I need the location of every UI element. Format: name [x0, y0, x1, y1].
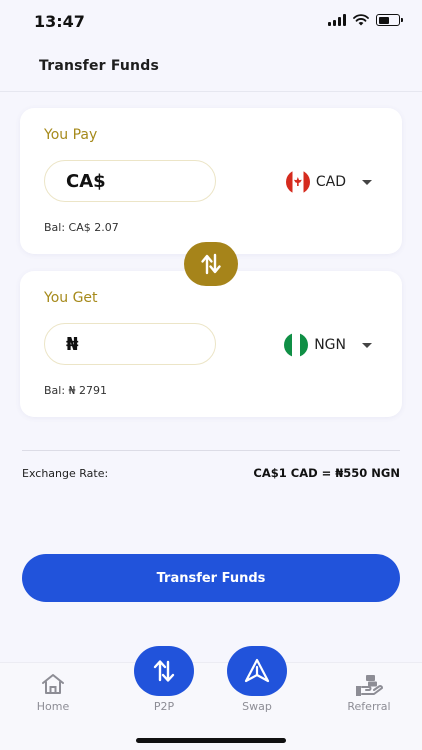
nav-item-home[interactable]: Home: [8, 663, 98, 723]
page-header: Transfer Funds: [0, 46, 422, 92]
cellular-signal-icon: [328, 14, 346, 26]
p2p-fab[interactable]: [134, 646, 194, 696]
referral-hand-icon: [356, 675, 383, 696]
get-currency-select[interactable]: NGN: [284, 333, 372, 357]
nav-label-referral: Referral: [347, 700, 391, 713]
chevron-down-icon: [362, 342, 372, 348]
exchange-rate-value: CA$1 CAD = ₦550 NGN: [253, 466, 400, 480]
get-label: You Get: [44, 290, 98, 306]
swap-triangle-icon: [244, 658, 270, 683]
page-title: Transfer Funds: [39, 58, 159, 74]
home-indicator: [136, 738, 286, 743]
pay-currency-code: CAD: [315, 174, 346, 190]
wifi-icon: [353, 14, 369, 26]
divider: [22, 450, 400, 451]
status-icons: [328, 14, 403, 26]
status-bar: 13:47: [0, 0, 422, 46]
get-currency-code: NGN: [314, 337, 346, 353]
canada-flag-icon: [285, 170, 310, 194]
pay-label: You Pay: [44, 127, 98, 143]
pay-amount-input[interactable]: CA$: [44, 160, 216, 202]
nav-item-referral[interactable]: Referral: [324, 663, 414, 723]
pay-currency-select[interactable]: CAD: [285, 170, 372, 194]
nav-label-p2p: P2P: [153, 700, 175, 713]
get-currency-prefix: ₦: [66, 333, 79, 355]
exchange-rate-label: Exchange Rate:: [22, 467, 109, 480]
nav-item-swap[interactable]: Swap: [212, 646, 302, 723]
get-card: You Get ₦ NGN Bal: ₦ 2791: [20, 271, 402, 417]
nigeria-flag-icon: [284, 333, 309, 357]
pay-balance: Bal: CA$ 2.07: [44, 221, 119, 234]
swap-fab[interactable]: [227, 646, 287, 696]
transfer-funds-button[interactable]: Transfer Funds: [22, 554, 400, 602]
swap-direction-button[interactable]: [184, 242, 238, 286]
battery-icon: [376, 14, 403, 26]
get-amount-input[interactable]: ₦: [44, 323, 216, 365]
chevron-down-icon: [362, 179, 372, 185]
home-icon: [42, 674, 64, 694]
pay-currency-prefix: CA$: [66, 170, 106, 192]
nav-label-swap: Swap: [242, 700, 272, 713]
nav-label-home: Home: [36, 700, 70, 713]
p2p-arrows-icon: [153, 660, 175, 682]
bottom-nav: Home P2P Swap Referral: [0, 646, 422, 750]
status-time: 13:47: [34, 12, 85, 31]
nav-item-p2p[interactable]: P2P: [119, 646, 209, 723]
swap-arrows-icon: [201, 253, 221, 275]
get-balance: Bal: ₦ 2791: [44, 384, 108, 397]
pay-card: You Pay CA$ CAD Bal: CA$ 2.07: [20, 108, 402, 254]
